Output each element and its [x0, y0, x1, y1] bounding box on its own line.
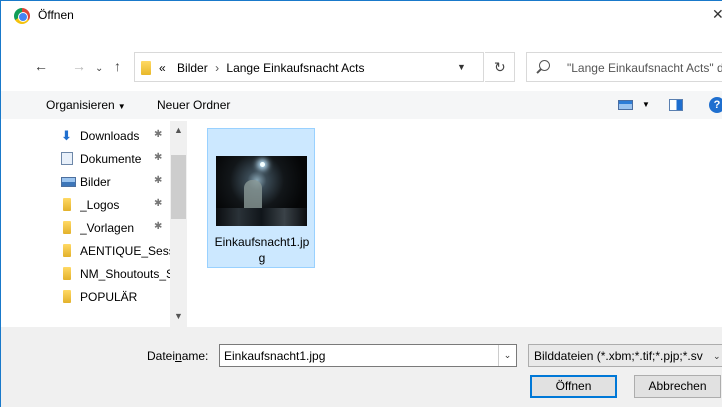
filename-field[interactable]: Einkaufsnacht1.jpg ⌄ — [219, 344, 517, 367]
sidebar-item-populaer[interactable]: POPULÄR — [1, 286, 173, 308]
folder-icon — [63, 290, 71, 303]
breadcrumb-separator-icon: › — [215, 61, 220, 75]
stage-light — [260, 162, 265, 167]
caret-down-icon: ▼ — [117, 102, 126, 111]
image-thumbnail — [216, 156, 307, 226]
chevron-down-icon: ⌄ — [713, 351, 721, 361]
sidebar-item-logos[interactable]: _Logos ✱ — [1, 194, 173, 216]
file-item[interactable]: Einkaufsnacht1.jpg — [207, 128, 315, 268]
help-icon[interactable]: ? — [709, 97, 722, 113]
pin-icon: ✱ — [154, 129, 163, 140]
refresh-button[interactable]: ↻ — [485, 52, 515, 82]
filename-label: Dateiname: — [147, 349, 209, 363]
pin-icon: ✱ — [154, 175, 163, 186]
file-list[interactable]: Einkaufsnacht1.jpg — [191, 121, 722, 327]
file-name: Einkaufsnacht1.jpg — [214, 235, 310, 265]
folder-icon — [63, 198, 71, 211]
cancel-button[interactable]: Abbrechen — [634, 375, 721, 398]
scroll-up-icon[interactable]: ▲ — [174, 125, 183, 135]
up-arrow-icon[interactable]: ↑ — [114, 58, 121, 74]
pin-icon: ✱ — [154, 221, 163, 232]
breadcrumb-item[interactable]: Lange Einkaufsnacht Acts — [226, 61, 364, 75]
address-bar[interactable]: « Bilder › Lange Einkaufsnacht Acts ▼ — [134, 52, 484, 82]
folder-icon — [63, 244, 71, 257]
sidebar-item-label: POPULÄR — [80, 290, 138, 304]
sidebar-item-label: NM_Shoutouts_S — [80, 267, 171, 281]
file-type-select[interactable]: Bilddateien (*.xbm;*.tif;*.pjp;*.sv ⌄ — [528, 344, 722, 367]
window-title: Öffnen — [38, 8, 74, 22]
folder-icon — [63, 221, 71, 234]
search-icon — [539, 60, 550, 71]
breadcrumb-item[interactable]: Bilder — [177, 61, 208, 75]
open-dialog: Öffnen ✕ ← → ⌄ ↑ « Bilder › Lange Einkau… — [0, 0, 722, 407]
file-type-value: Bilddateien (*.xbm;*.tif;*.pjp;*.sv — [534, 349, 703, 363]
filename-value: Einkaufsnacht1.jpg — [224, 349, 326, 363]
forward-arrow-icon[interactable]: → — [72, 58, 86, 74]
scroll-down-icon[interactable]: ▼ — [174, 311, 183, 321]
chevron-down-icon[interactable]: ▼ — [457, 62, 466, 72]
sidebar-item-downloads[interactable]: ⬇ Downloads ✱ — [1, 125, 173, 147]
dialog-footer: Dateiname: Einkaufsnacht1.jpg ⌄ Bilddate… — [1, 327, 722, 407]
preview-pane-icon[interactable] — [669, 99, 683, 111]
sidebar-item-vorlagen[interactable]: _Vorlagen ✱ — [1, 217, 173, 239]
chevron-down-icon[interactable]: ⌄ — [498, 345, 516, 366]
document-icon — [61, 152, 73, 165]
search-placeholder: "Lange Einkaufsnacht Acts" d — [567, 61, 722, 75]
navigation-pane: ⬇ Downloads ✱ Dokumente ✱ Bilder ✱ _Logo… — [1, 121, 189, 327]
change-view-icon[interactable] — [618, 100, 633, 110]
navigation-row: ← → ⌄ ↑ « Bilder › Lange Einkaufsnacht A… — [1, 49, 722, 85]
open-button[interactable]: Öffnen — [530, 375, 617, 398]
sidebar-item-aentique-sessions[interactable]: AENTIQUE_Sessions — [1, 240, 173, 262]
sidebar-item-documents[interactable]: Dokumente ✱ — [1, 148, 173, 170]
chrome-icon — [14, 8, 30, 24]
caret-down-icon[interactable]: ▼ — [642, 100, 650, 109]
pin-icon: ✱ — [154, 152, 163, 163]
sidebar-item-nm-shoutouts[interactable]: NM_Shoutouts_S — [1, 263, 173, 285]
sidebar-item-label: AENTIQUE_Sessions — [80, 244, 171, 258]
refresh-icon: ↻ — [494, 59, 506, 75]
pin-icon: ✱ — [154, 198, 163, 209]
title-bar: Öffnen ✕ — [1, 1, 722, 31]
command-bar: Organisieren ▼ Neuer Ordner ▼ ? — [1, 91, 722, 119]
breadcrumb: « Bilder › Lange Einkaufsnacht Acts — [159, 61, 365, 75]
folder-icon — [63, 267, 71, 280]
recent-locations-chevron-icon[interactable]: ⌄ — [95, 61, 103, 77]
navigation-scrollbar[interactable]: ▲ ▼ — [170, 121, 187, 327]
breadcrumb-overflow[interactable]: « — [159, 61, 166, 75]
close-icon[interactable]: ✕ — [712, 6, 722, 23]
back-arrow-icon[interactable]: ← — [34, 58, 48, 74]
pictures-icon — [61, 177, 76, 187]
scrollbar-thumb[interactable] — [171, 155, 186, 219]
search-input[interactable]: "Lange Einkaufsnacht Acts" d — [526, 52, 722, 82]
organize-menu-button[interactable]: Organisieren ▼ — [46, 98, 126, 112]
download-icon: ⬇ — [61, 128, 72, 143]
new-folder-button[interactable]: Neuer Ordner — [157, 98, 230, 112]
folder-icon — [141, 61, 151, 75]
organize-label: Organisieren — [46, 98, 115, 112]
sidebar-item-pictures[interactable]: Bilder ✱ — [1, 171, 173, 193]
